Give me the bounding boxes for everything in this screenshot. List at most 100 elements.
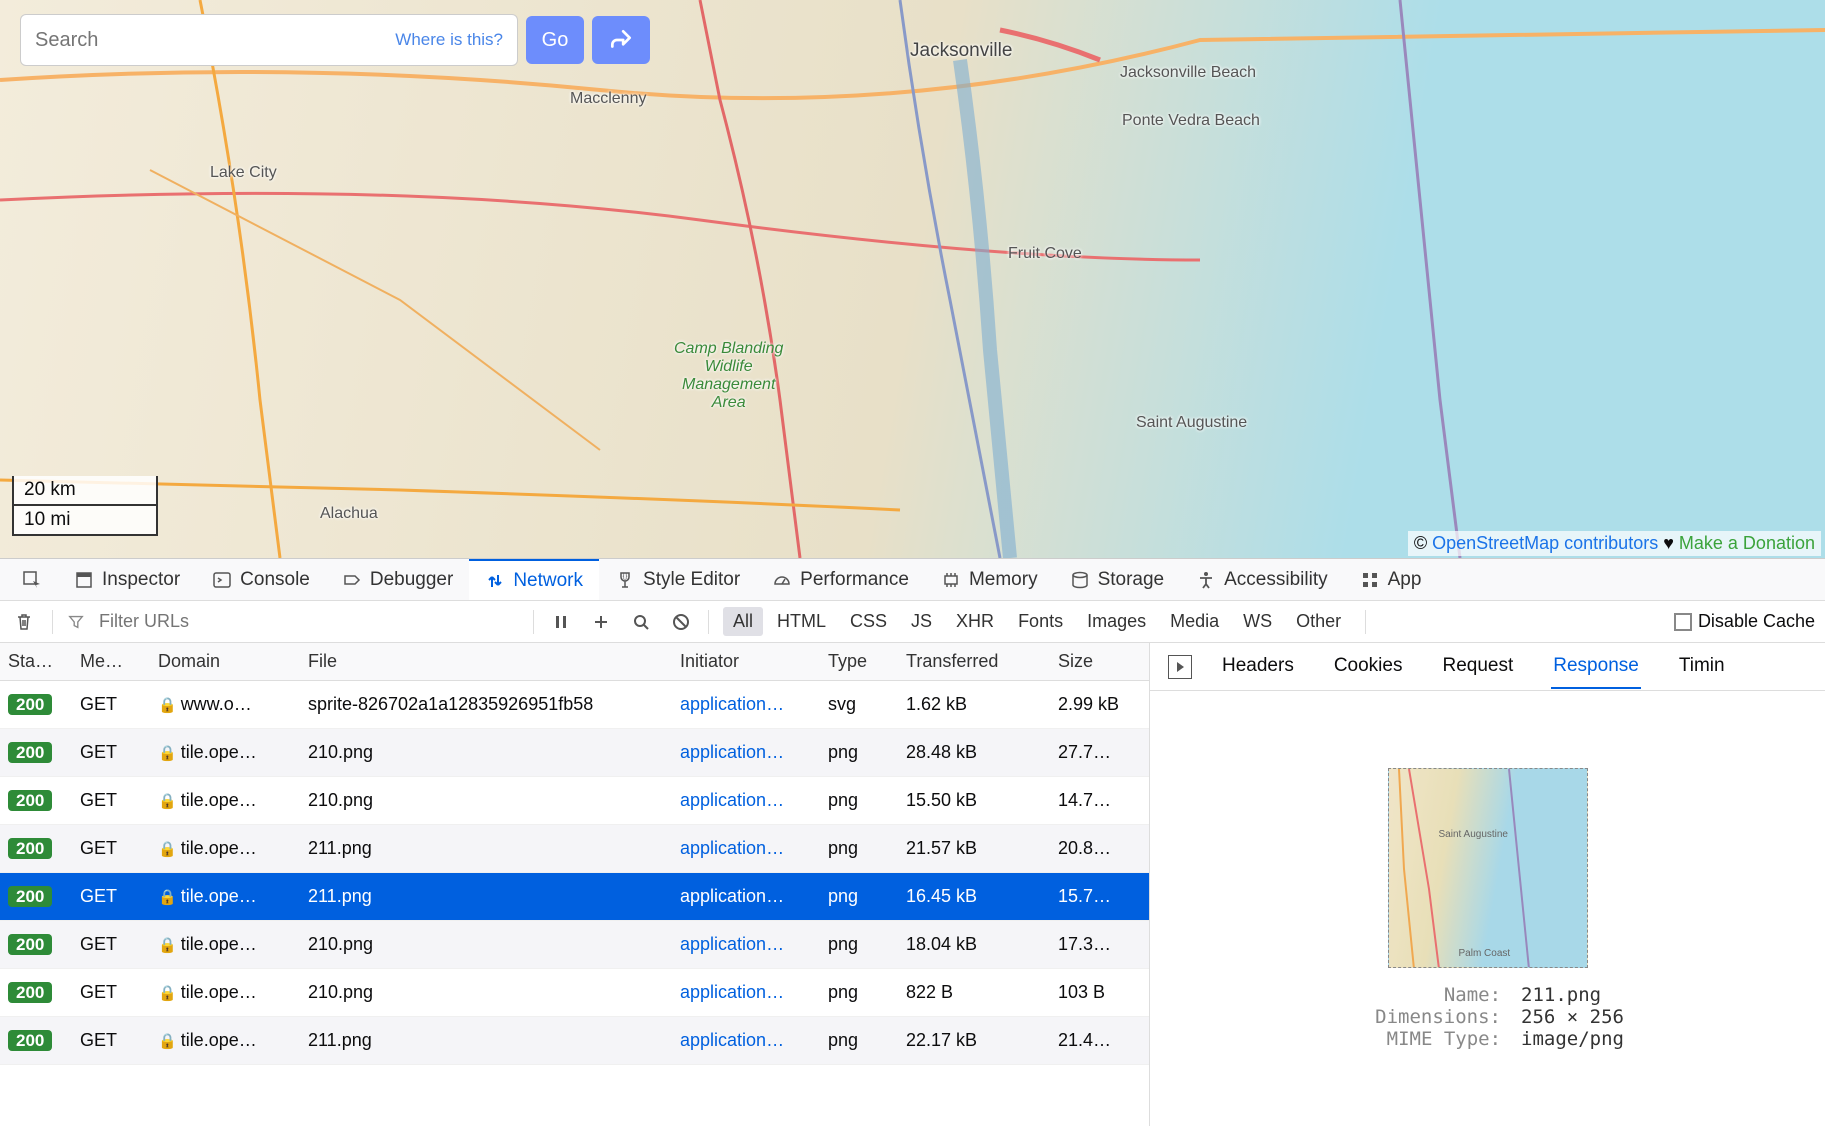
- devtools-tab-inspector[interactable]: Inspector: [58, 559, 196, 600]
- request-table-header: Sta… Me… Domain File Initiator Type Tran…: [0, 643, 1149, 681]
- search-bar: Where is this? Go: [20, 14, 650, 66]
- col-method[interactable]: Me…: [72, 651, 150, 672]
- filter-type-media[interactable]: Media: [1160, 607, 1229, 636]
- detail-tab-headers[interactable]: Headers: [1220, 645, 1296, 689]
- initiator-link[interactable]: application…: [680, 886, 784, 906]
- cell-transferred: 15.50 kB: [898, 790, 1050, 811]
- filter-type-html[interactable]: HTML: [767, 607, 836, 636]
- devtools-tab-console[interactable]: Console: [196, 559, 326, 600]
- filter-type-all[interactable]: All: [723, 607, 763, 636]
- devtools-tab-memory[interactable]: Memory: [925, 559, 1054, 600]
- initiator-link[interactable]: application…: [680, 742, 784, 762]
- detail-tab-cookies[interactable]: Cookies: [1332, 645, 1405, 689]
- filter-type-images[interactable]: Images: [1077, 607, 1156, 636]
- request-detail-pane: Headers Cookies Request Response Timin Saint…: [1150, 643, 1825, 1126]
- pause-button[interactable]: [548, 609, 574, 635]
- initiator-link[interactable]: application…: [680, 838, 784, 858]
- block-button[interactable]: [668, 609, 694, 635]
- cell-transferred: 16.45 kB: [898, 886, 1050, 907]
- status-badge: 200: [8, 790, 52, 811]
- devtools-panel: InspectorConsoleDebuggerNetwork{}Style E…: [0, 558, 1825, 1126]
- search-input[interactable]: [35, 29, 316, 52]
- cell-type: png: [820, 982, 898, 1003]
- col-type[interactable]: Type: [820, 651, 898, 672]
- lock-icon: 🔒: [158, 937, 177, 954]
- go-button[interactable]: Go: [526, 16, 584, 64]
- lock-icon: 🔒: [158, 841, 177, 858]
- col-domain[interactable]: Domain: [150, 651, 300, 672]
- request-row[interactable]: 200GET🔒tile.ope…211.pngapplication…png22…: [0, 1017, 1149, 1065]
- initiator-link[interactable]: application…: [680, 694, 784, 714]
- cell-file: 211.png: [300, 838, 672, 859]
- filter-urls-input[interactable]: [99, 611, 519, 632]
- cell-method: GET: [72, 694, 150, 715]
- cell-size: 20.8…: [1050, 838, 1148, 859]
- col-transferred[interactable]: Transferred: [898, 651, 1050, 672]
- devtools-tab-style-editor[interactable]: {}Style Editor: [599, 559, 756, 600]
- request-row[interactable]: 200GET🔒tile.ope…211.pngapplication…png21…: [0, 825, 1149, 873]
- cell-method: GET: [72, 838, 150, 859]
- col-initiator[interactable]: Initiator: [672, 651, 820, 672]
- status-badge: 200: [8, 838, 52, 859]
- detail-tab-response[interactable]: Response: [1551, 645, 1641, 689]
- search-icon: [632, 613, 650, 631]
- filter-type-other[interactable]: Other: [1286, 607, 1351, 636]
- cell-file: 210.png: [300, 790, 672, 811]
- status-badge: 200: [8, 982, 52, 1003]
- detail-tab-request[interactable]: Request: [1440, 645, 1515, 689]
- detail-tab-timings[interactable]: Timin: [1677, 645, 1727, 689]
- request-row[interactable]: 200GET🔒tile.ope…210.pngapplication…png82…: [0, 969, 1149, 1017]
- request-row[interactable]: 200GET🔒tile.ope…210.pngapplication…png15…: [0, 777, 1149, 825]
- filter-type-fonts[interactable]: Fonts: [1008, 607, 1073, 636]
- map-roads-svg: [0, 0, 1825, 558]
- clear-button[interactable]: [10, 608, 38, 636]
- cell-transferred: 18.04 kB: [898, 934, 1050, 955]
- filter-type-xhr[interactable]: XHR: [946, 607, 1004, 636]
- initiator-link[interactable]: application…: [680, 982, 784, 1002]
- cell-file: 211.png: [300, 886, 672, 907]
- meta-dim-value: 256 × 256: [1521, 1006, 1624, 1028]
- directions-button[interactable]: [592, 16, 650, 64]
- request-row[interactable]: 200GET🔒tile.ope…211.pngapplication…png16…: [0, 873, 1149, 921]
- request-row[interactable]: 200GET🔒tile.ope…210.pngapplication…png18…: [0, 921, 1149, 969]
- col-file[interactable]: File: [300, 651, 672, 672]
- search-button[interactable]: [628, 609, 654, 635]
- cell-transferred: 822 B: [898, 982, 1050, 1003]
- detail-back-button[interactable]: [1168, 655, 1192, 679]
- tile-label-st-augustine: Saint Augustine: [1439, 829, 1509, 840]
- application-icon: [1360, 570, 1380, 590]
- cell-type: png: [820, 742, 898, 763]
- devtools-tab-performance[interactable]: Performance: [756, 559, 925, 600]
- request-row[interactable]: 200GET🔒www.o…sprite-826702a1a12835926951…: [0, 681, 1149, 729]
- filter-type-css[interactable]: CSS: [840, 607, 897, 636]
- detail-tabs: Headers Cookies Request Response Timin: [1150, 643, 1825, 691]
- cell-domain: 🔒tile.ope…: [150, 790, 300, 811]
- initiator-link[interactable]: application…: [680, 790, 784, 810]
- initiator-link[interactable]: application…: [680, 934, 784, 954]
- osm-contributors-link[interactable]: OpenStreetMap contributors: [1432, 533, 1658, 553]
- filter-type-ws[interactable]: WS: [1233, 607, 1282, 636]
- donate-link[interactable]: Make a Donation: [1679, 533, 1815, 553]
- cell-method: GET: [72, 790, 150, 811]
- cell-method: GET: [72, 886, 150, 907]
- devtools-tab-storage[interactable]: Storage: [1054, 559, 1181, 600]
- disable-cache-checkbox[interactable]: Disable Cache: [1674, 611, 1815, 632]
- devtools-tab-network[interactable]: Network: [469, 559, 599, 600]
- initiator-link[interactable]: application…: [680, 1030, 784, 1050]
- devtools-tab-application[interactable]: App: [1344, 559, 1438, 600]
- cell-file: 211.png: [300, 1030, 672, 1051]
- meta-mime-value: image/png: [1521, 1028, 1624, 1050]
- devtools-tab-debugger[interactable]: Debugger: [326, 559, 469, 600]
- col-size[interactable]: Size: [1050, 651, 1148, 672]
- filter-type-js[interactable]: JS: [901, 607, 942, 636]
- devtools-tab-accessibility[interactable]: Accessibility: [1180, 559, 1343, 600]
- where-is-this-link[interactable]: Where is this?: [395, 30, 503, 50]
- lock-icon: 🔒: [158, 697, 177, 714]
- request-row[interactable]: 200GET🔒tile.ope…210.pngapplication…png28…: [0, 729, 1149, 777]
- map-viewport[interactable]: Jacksonville Jacksonville Beach Ponte Ve…: [0, 0, 1825, 558]
- element-picker-button[interactable]: [6, 559, 58, 600]
- col-status[interactable]: Sta…: [0, 651, 72, 672]
- devtools-body: Sta… Me… Domain File Initiator Type Tran…: [0, 643, 1825, 1126]
- add-button[interactable]: [588, 609, 614, 635]
- cell-file: 210.png: [300, 982, 672, 1003]
